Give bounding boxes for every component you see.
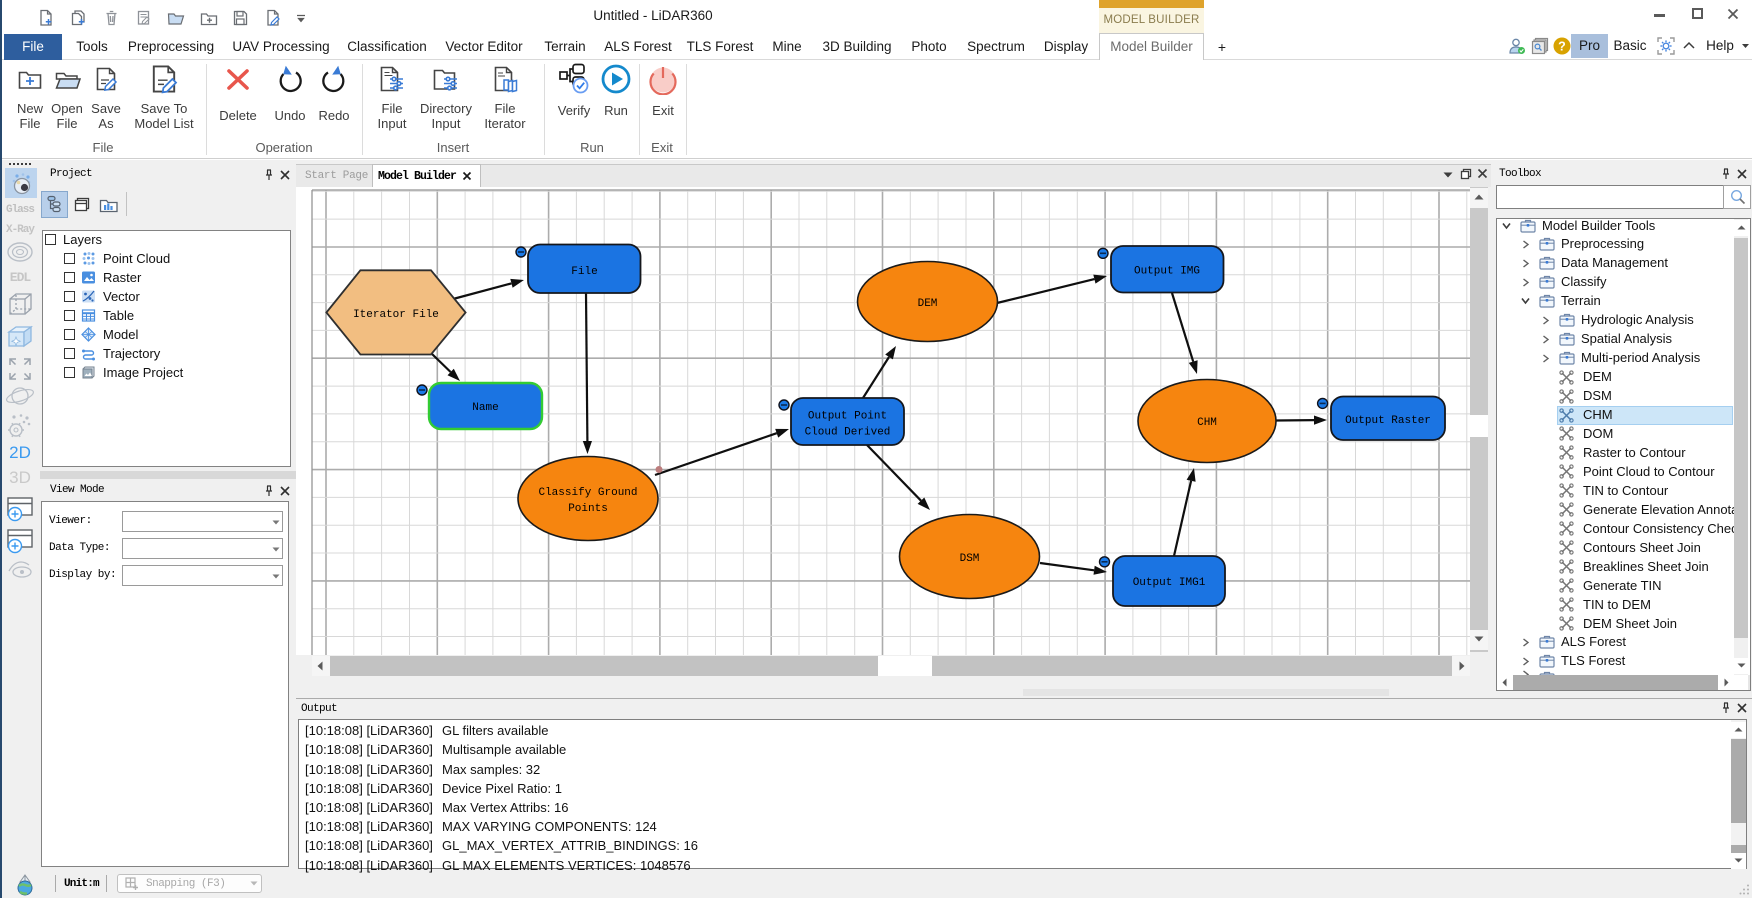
svg-text:CHM: CHM — [1197, 417, 1217, 429]
svg-text:Output IMG1: Output IMG1 — [1133, 577, 1206, 589]
svg-text:?: ? — [1558, 40, 1566, 54]
svg-text:Cloud Derived: Cloud Derived — [805, 427, 891, 439]
svg-text:Iterator File: Iterator File — [353, 309, 439, 321]
svg-text:Output Raster: Output Raster — [1345, 415, 1431, 427]
svg-text:Name: Name — [472, 402, 498, 414]
svg-text:DSM: DSM — [960, 553, 980, 565]
svg-text:Points: Points — [568, 503, 608, 515]
svg-text:Output Point: Output Point — [808, 411, 887, 423]
svg-text:DEM: DEM — [918, 298, 938, 310]
svg-text:Classify Ground: Classify Ground — [538, 487, 637, 499]
svg-text:Output IMG: Output IMG — [1134, 266, 1200, 278]
svg-text:File: File — [571, 266, 597, 278]
